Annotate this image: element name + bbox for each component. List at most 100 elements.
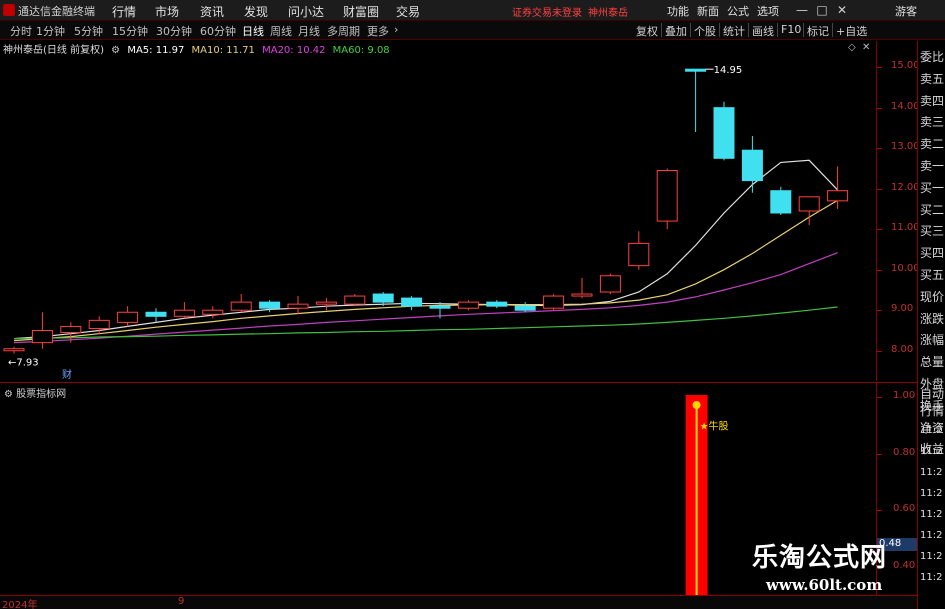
candle-up [287, 303, 309, 309]
menu-item-new-layout[interactable]: 新面 [697, 3, 719, 19]
quote-label-volume[interactable]: 总量 [920, 354, 944, 370]
single-stock-button[interactable]: 个股 [694, 23, 716, 39]
tick-time-label[interactable]: 11:2 [920, 467, 942, 478]
tick-time-label[interactable]: 11:2 [920, 509, 942, 520]
period-tab-30min[interactable]: 30分钟 [156, 23, 192, 39]
menu-item-trade[interactable]: 交易 [396, 3, 420, 20]
candle-down [741, 149, 763, 182]
price-axis: 8.00 9.00 10.00 11.00 12.00 13.00 14.00 15.00 [876, 41, 920, 381]
candle-up [628, 242, 650, 267]
quote-label-sell-1[interactable]: 卖一 [920, 158, 944, 174]
candle-down [514, 305, 536, 311]
price-axis-label: 12.00 [891, 181, 920, 193]
period-tab-monthly[interactable]: 月线 [298, 23, 320, 39]
app-window: 通达信金融终端 行情 市场 资讯 发现 问小达 财富圈 交易 证券交易未登录 神… [0, 0, 945, 609]
period-tab-daily[interactable]: 日线 [242, 23, 264, 39]
period-tab-15min[interactable]: 15分钟 [112, 23, 148, 39]
quote-label-buy-2[interactable]: 买二 [920, 202, 944, 218]
quote-label-commission-ratio[interactable]: 委比 [920, 49, 944, 65]
quote-detail-label[interactable]: 行情 [920, 403, 944, 419]
toolbar-divider [803, 23, 804, 37]
toolbar-divider [661, 23, 662, 37]
indicator-axis-tick [877, 397, 882, 398]
quote-label-buy-5[interactable]: 买五 [920, 267, 944, 283]
tick-time-label[interactable]: 11:2 [920, 446, 942, 457]
trade-login-warning[interactable]: 证券交易未登录 [512, 4, 582, 19]
tick-time-label[interactable]: 11:2 [920, 425, 942, 436]
candle-up [202, 309, 224, 315]
candle-up [599, 275, 621, 293]
auto-label[interactable]: 自动 [920, 386, 944, 402]
draw-line-button[interactable]: 画线 [752, 23, 774, 39]
quote-label-buy-1[interactable]: 买一 [920, 180, 944, 196]
period-tab-multi[interactable]: 多周期 [327, 23, 360, 39]
minimize-icon[interactable]: — [795, 3, 809, 17]
candle-down [486, 301, 508, 307]
high-price-label: 14.95 [714, 65, 743, 76]
period-tab-1min[interactable]: 1分钟 [36, 23, 65, 39]
menu-item-market-quotes[interactable]: 行情 [112, 3, 136, 20]
price-axis-tick [877, 229, 882, 231]
quote-label-sell-5[interactable]: 卖五 [920, 71, 944, 87]
menu-item-news[interactable]: 资讯 [200, 3, 224, 20]
candle-down [401, 297, 423, 307]
mark-button[interactable]: 标记 [807, 23, 829, 39]
period-tab-60min[interactable]: 60分钟 [200, 23, 236, 39]
quote-label-buy-3[interactable]: 买三 [920, 223, 944, 239]
candle-up [656, 169, 678, 222]
price-axis-label: 10.00 [891, 262, 920, 274]
menu-item-market[interactable]: 市场 [155, 3, 179, 20]
candle-down [145, 311, 167, 317]
quote-label-last-price[interactable]: 现价 [920, 289, 944, 305]
indicator-axis-tick [877, 510, 882, 512]
tick-time-label[interactable]: 11:2 [920, 488, 942, 499]
candle-up [315, 301, 337, 305]
close-icon[interactable]: ✕ [835, 3, 849, 17]
price-axis-label: 8.00 [891, 343, 914, 355]
toolbar-divider [832, 23, 833, 37]
quote-label-change-pct[interactable]: 涨幅 [920, 332, 944, 348]
menu-item-options[interactable]: 选项 [757, 3, 779, 19]
more-chevron-icon[interactable]: › [394, 23, 398, 36]
app-title: 通达信金融终端 [18, 5, 95, 18]
add-watchlist-button[interactable]: +自选 [836, 23, 867, 39]
maximize-icon[interactable]: □ [815, 3, 829, 17]
indicator-axis-label: 0.80 [893, 446, 916, 458]
watermark: 乐淘公式网 www.60lt.com [726, 532, 926, 602]
f10-button[interactable]: F10 [781, 23, 801, 36]
candle-up [173, 309, 195, 317]
price-axis-tick [877, 188, 882, 190]
low-price-label: ←7.93 [8, 358, 39, 369]
menu-item-discover[interactable]: 发现 [244, 3, 268, 20]
candlestick-chart[interactable]: 14.95 ←7.93 财 [0, 41, 876, 382]
quote-label-sell-2[interactable]: 卖二 [920, 136, 944, 152]
overlay-button[interactable]: 叠加 [665, 23, 687, 39]
quote-label-sell-4[interactable]: 卖四 [920, 93, 944, 109]
period-tab-more[interactable]: 更多 [367, 23, 389, 39]
menu-item-ask-xiaoda[interactable]: 问小达 [288, 3, 324, 20]
menu-item-wealth-circle[interactable]: 财富圈 [343, 3, 379, 20]
period-tab-5min[interactable]: 5分钟 [74, 23, 103, 39]
price-axis-tick [877, 350, 882, 352]
stock-name-link[interactable]: 神州泰岳 [588, 4, 628, 19]
menu-item-formula[interactable]: 公式 [727, 3, 749, 19]
price-axis-tick [877, 269, 882, 271]
period-tab-weekly[interactable]: 周线 [270, 23, 292, 39]
restore-rights-button[interactable]: 复权 [636, 23, 658, 39]
statistics-button[interactable]: 统计 [723, 23, 745, 39]
guest-user-label[interactable]: 游客 [895, 3, 917, 19]
price-axis-tick [877, 310, 882, 312]
toolbar-divider [748, 23, 749, 37]
toolbar-divider [719, 23, 720, 37]
quote-label-sell-3[interactable]: 卖三 [920, 114, 944, 130]
signal-dot [692, 401, 701, 409]
quote-label-buy-4[interactable]: 买四 [920, 245, 944, 261]
quote-label-change[interactable]: 涨跌 [920, 311, 944, 327]
toolbar-divider [777, 23, 778, 37]
menu-item-function[interactable]: 功能 [667, 3, 689, 19]
candle-up [117, 311, 139, 323]
menu-bar: 通达信金融终端 行情 市场 资讯 发现 问小达 财富圈 交易 证券交易未登录 神… [0, 0, 945, 21]
period-tab-timeshare[interactable]: 分时 [10, 23, 32, 39]
candle-up [798, 196, 820, 212]
toolbar-divider [690, 23, 691, 37]
